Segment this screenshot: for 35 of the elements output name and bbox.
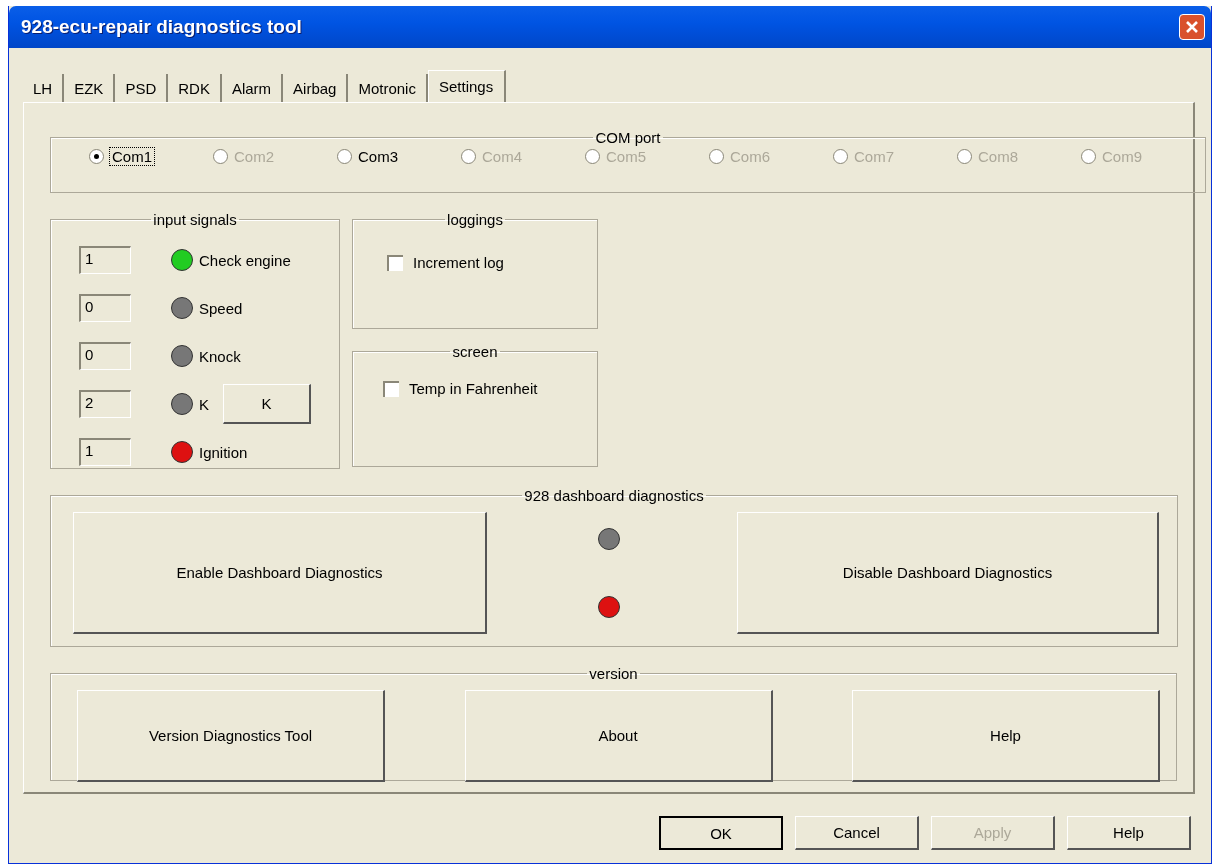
value-field: 0 xyxy=(79,342,131,370)
signal-label: K xyxy=(199,395,209,413)
signal-label: Ignition xyxy=(199,443,248,461)
dialog-button[interactable]: Cancel xyxy=(795,816,919,850)
version-button[interactable]: Help xyxy=(852,690,1160,782)
signal-label: Knock xyxy=(199,347,241,365)
checkbox[interactable] xyxy=(387,254,403,271)
group-title: loggings xyxy=(446,211,504,228)
checkbox-label: Temp in Fahrenheit xyxy=(409,380,538,397)
value-field: 1 xyxy=(79,438,131,466)
disable-dashboard-button[interactable]: Disable Dashboard Diagnostics xyxy=(737,512,1159,634)
value-field: 0 xyxy=(79,294,131,322)
value-field: 1 xyxy=(79,246,131,274)
radio-option[interactable]: Com1 xyxy=(89,148,213,165)
group-title: 928 dashboard diagnostics xyxy=(523,487,705,504)
value-field: 2 xyxy=(79,390,131,418)
k-button[interactable]: K xyxy=(223,384,311,424)
radio-option[interactable]: Com3 xyxy=(337,148,461,165)
close-icon xyxy=(1184,19,1200,35)
checkbox-label: Increment log xyxy=(413,254,504,271)
checkbox[interactable] xyxy=(383,380,399,397)
group-title: COM port xyxy=(594,129,662,146)
group-title: version xyxy=(588,665,639,682)
close-button[interactable] xyxy=(1179,14,1205,40)
dialog-button[interactable]: Help xyxy=(1067,816,1191,850)
group-title: input signals xyxy=(152,211,238,228)
tab[interactable]: Settings xyxy=(427,70,506,102)
version-button[interactable]: About xyxy=(464,690,773,782)
enable-dashboard-button[interactable]: Enable Dashboard Diagnostics xyxy=(73,512,487,634)
dialog-button[interactable]: OK xyxy=(659,816,783,850)
signal-label: Speed xyxy=(199,299,243,317)
group-title: screen xyxy=(451,343,499,360)
window-title: 928-ecu-repair diagnostics tool xyxy=(21,16,302,38)
version-button[interactable]: Version Diagnostics Tool xyxy=(77,690,385,782)
signal-label: Check engine xyxy=(199,251,291,269)
